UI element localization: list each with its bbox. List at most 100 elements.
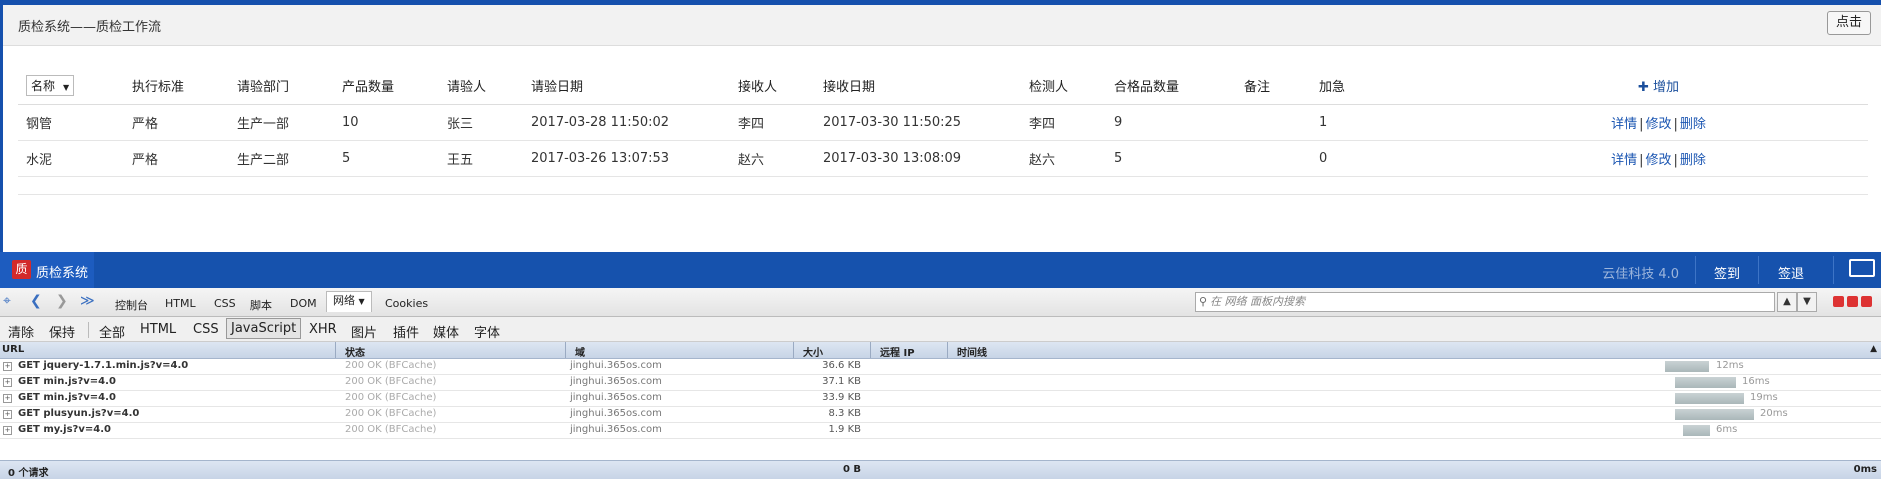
inspection-table: 名称 ▼ 执行标准 请验部门 产品数量 请验人 请验日期 接收人 接收日期 检测人… bbox=[18, 66, 1868, 195]
cell-receiver: 李四 bbox=[730, 104, 815, 141]
expand-icon[interactable]: + bbox=[3, 410, 12, 419]
cell-urgent: 0 bbox=[1311, 140, 1449, 177]
cell-receive-date: 2017-03-30 11:50:25 bbox=[815, 104, 1021, 141]
tab-console[interactable]: 控制台 bbox=[115, 297, 148, 313]
close-icon[interactable] bbox=[1861, 296, 1872, 307]
filter-fonts[interactable]: 字体 bbox=[474, 322, 500, 341]
column-header: 接收日期 bbox=[815, 66, 1021, 105]
detail-link[interactable]: 详情 bbox=[1611, 153, 1637, 168]
filter-images[interactable]: 图片 bbox=[351, 322, 377, 341]
request-table-header: URL 状态 域 大小 远程 IP 时间线 ▲ bbox=[0, 342, 1881, 359]
total-size: 0 B bbox=[842, 464, 861, 475]
add-header[interactable]: ✚ 增加 bbox=[1449, 66, 1868, 105]
delete-link[interactable]: 删除 bbox=[1680, 153, 1706, 168]
filter-all[interactable]: 全部 bbox=[99, 322, 125, 341]
table-header-row: 名称 ▼ 执行标准 请验部门 产品数量 请验人 请验日期 接收人 接收日期 检测人… bbox=[18, 66, 1868, 105]
table-row: 水泥 严格 生产二部 5 王五 2017-03-26 13:07:53 赵六 2… bbox=[18, 140, 1868, 177]
network-search-input[interactable]: ⚲ 在 网络 面板内搜索 bbox=[1195, 292, 1775, 312]
cell-remark bbox=[1236, 104, 1311, 141]
edit-link[interactable]: 修改 bbox=[1645, 117, 1671, 132]
request-row[interactable]: + GET jquery-1.7.1.min.js?v=4.0 200 OK (… bbox=[0, 359, 1881, 375]
filter-xhr[interactable]: XHR bbox=[309, 322, 337, 337]
expand-icon[interactable]: + bbox=[3, 362, 12, 371]
search-next-button[interactable]: ▼ bbox=[1797, 292, 1817, 312]
filter-media[interactable]: 媒体 bbox=[433, 322, 459, 341]
page-header: 质检系统——质检工作流 点击 bbox=[3, 5, 1881, 46]
inspect-icon[interactable]: ⌖ bbox=[3, 293, 11, 309]
detach-icon[interactable] bbox=[1847, 296, 1858, 307]
cell-qty: 10 bbox=[334, 104, 439, 141]
back-arrow-icon[interactable]: ❮ bbox=[30, 293, 42, 309]
column-header-url[interactable]: URL bbox=[2, 344, 24, 355]
column-header-timeline[interactable]: 时间线 bbox=[957, 344, 987, 359]
expand-icon[interactable]: + bbox=[3, 426, 12, 435]
request-row[interactable]: + GET plusyun.js?v=4.0 200 OK (BFCache) … bbox=[0, 407, 1881, 423]
clear-button[interactable]: 清除 bbox=[8, 322, 34, 341]
filter-css[interactable]: CSS bbox=[193, 322, 219, 337]
filter-javascript[interactable]: JavaScript bbox=[226, 318, 302, 339]
divider bbox=[1833, 256, 1834, 284]
name-select[interactable]: 名称 ▼ bbox=[26, 74, 75, 96]
cell-remark bbox=[1236, 140, 1311, 177]
tab-css[interactable]: CSS bbox=[214, 297, 236, 310]
filter-html[interactable]: HTML bbox=[140, 322, 176, 337]
cell-request-date: 2017-03-28 11:50:02 bbox=[523, 104, 730, 141]
command-line-icon[interactable]: ≫ bbox=[80, 293, 95, 309]
request-row[interactable]: + GET min.js?v=4.0 200 OK (BFCache) jing… bbox=[0, 375, 1881, 391]
cell-standard: 严格 bbox=[124, 104, 229, 141]
cell-receiver: 赵六 bbox=[730, 140, 815, 177]
forward-arrow-icon[interactable]: ❯ bbox=[56, 293, 68, 309]
expand-icon[interactable]: + bbox=[3, 394, 12, 403]
table-row: 钢管 严格 生产一部 10 张三 2017-03-28 11:50:02 李四 … bbox=[18, 104, 1868, 141]
column-header: 产品数量 bbox=[334, 66, 439, 105]
tab-network[interactable]: 网络 ▼ bbox=[326, 291, 372, 312]
tab-script[interactable]: 脚本 bbox=[250, 297, 272, 313]
tab-html[interactable]: HTML bbox=[165, 297, 196, 310]
devtools-panel: ⌖ ❮ ❯ ≫ 控制台 HTML CSS 脚本 DOM 网络 ▼ Cookies… bbox=[0, 288, 1881, 488]
taskbar: 质 质检系统 云佳科技 4.0 签到 签退 bbox=[0, 252, 1881, 288]
column-header: 接收人 bbox=[730, 66, 815, 105]
delete-link[interactable]: 删除 bbox=[1680, 117, 1706, 132]
taskbar-app-name[interactable]: 质检系统 bbox=[36, 262, 88, 281]
add-button[interactable]: ✚ 增加 bbox=[1638, 80, 1679, 95]
column-header-domain[interactable]: 域 bbox=[575, 344, 585, 359]
cell-requester: 张三 bbox=[439, 104, 523, 141]
column-header-remote-ip[interactable]: 远程 IP bbox=[880, 344, 915, 359]
tab-dom[interactable]: DOM bbox=[290, 297, 317, 310]
column-header: 请验部门 bbox=[229, 66, 334, 105]
brand-text: 云佳科技 4.0 bbox=[1602, 267, 1679, 282]
expand-icon[interactable]: + bbox=[3, 378, 12, 387]
divider bbox=[1695, 256, 1696, 284]
cell-urgent: 1 bbox=[1311, 104, 1449, 141]
request-summary: 0 个请求 0 B 0ms bbox=[0, 460, 1881, 479]
timeline-bar bbox=[1683, 425, 1710, 436]
minimize-icon[interactable] bbox=[1833, 296, 1844, 307]
filter-plugins[interactable]: 插件 bbox=[393, 322, 419, 341]
app-logo-icon: 质 bbox=[12, 260, 31, 279]
timeline-bar bbox=[1675, 377, 1736, 388]
column-header: 备注 bbox=[1236, 66, 1311, 105]
cell-receive-date: 2017-03-30 13:08:09 bbox=[815, 140, 1021, 177]
timeline-bar bbox=[1675, 409, 1754, 420]
sign-in-link[interactable]: 签到 bbox=[1714, 263, 1740, 282]
request-row[interactable]: + GET min.js?v=4.0 200 OK (BFCache) jing… bbox=[0, 391, 1881, 407]
request-row[interactable]: + GET my.js?v=4.0 200 OK (BFCache) jingh… bbox=[0, 423, 1881, 439]
detail-link[interactable]: 详情 bbox=[1611, 117, 1637, 132]
cell-qty: 5 bbox=[334, 140, 439, 177]
request-count: 0 个请求 bbox=[8, 468, 49, 479]
cell-dept: 生产一部 bbox=[229, 104, 334, 141]
sign-out-link[interactable]: 签退 bbox=[1778, 263, 1804, 282]
page-title: 质检系统——质检工作流 bbox=[18, 20, 162, 35]
persist-button[interactable]: 保持 bbox=[49, 322, 75, 341]
column-header-size[interactable]: 大小 bbox=[803, 344, 823, 359]
column-header-status[interactable]: 状态 bbox=[345, 344, 365, 359]
row-actions: 详情 | 修改 | 删除 bbox=[1449, 140, 1868, 177]
sort-up-icon[interactable]: ▲ bbox=[1870, 344, 1877, 354]
click-button[interactable]: 点击 bbox=[1826, 11, 1871, 35]
cell-passed: 5 bbox=[1106, 140, 1236, 177]
cell-name: 水泥 bbox=[18, 140, 124, 177]
monitor-icon[interactable] bbox=[1849, 259, 1875, 277]
search-prev-button[interactable]: ▲ bbox=[1777, 292, 1797, 312]
tab-cookies[interactable]: Cookies bbox=[385, 297, 428, 310]
edit-link[interactable]: 修改 bbox=[1645, 153, 1671, 168]
